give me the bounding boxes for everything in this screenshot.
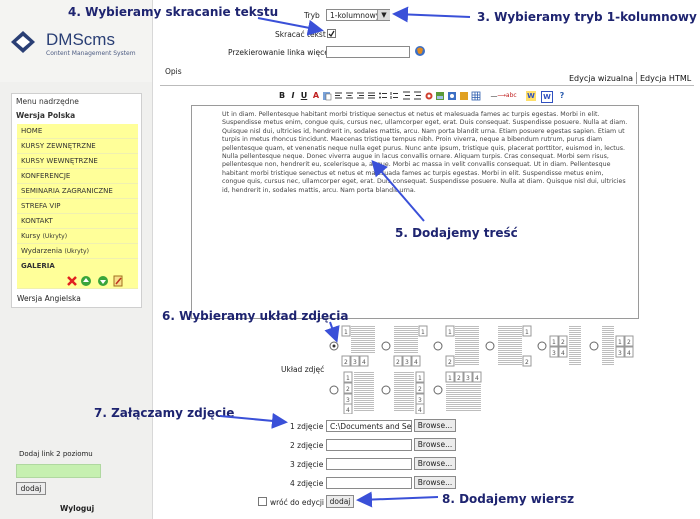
arrow-7 [219, 412, 288, 429]
arrow-4 [257, 17, 324, 36]
arrow-3 [392, 6, 471, 23]
arrow-6 [324, 321, 340, 343]
arrow-8 [356, 491, 439, 508]
arrow-5 [371, 159, 425, 222]
annotation-arrows [219, 6, 471, 508]
